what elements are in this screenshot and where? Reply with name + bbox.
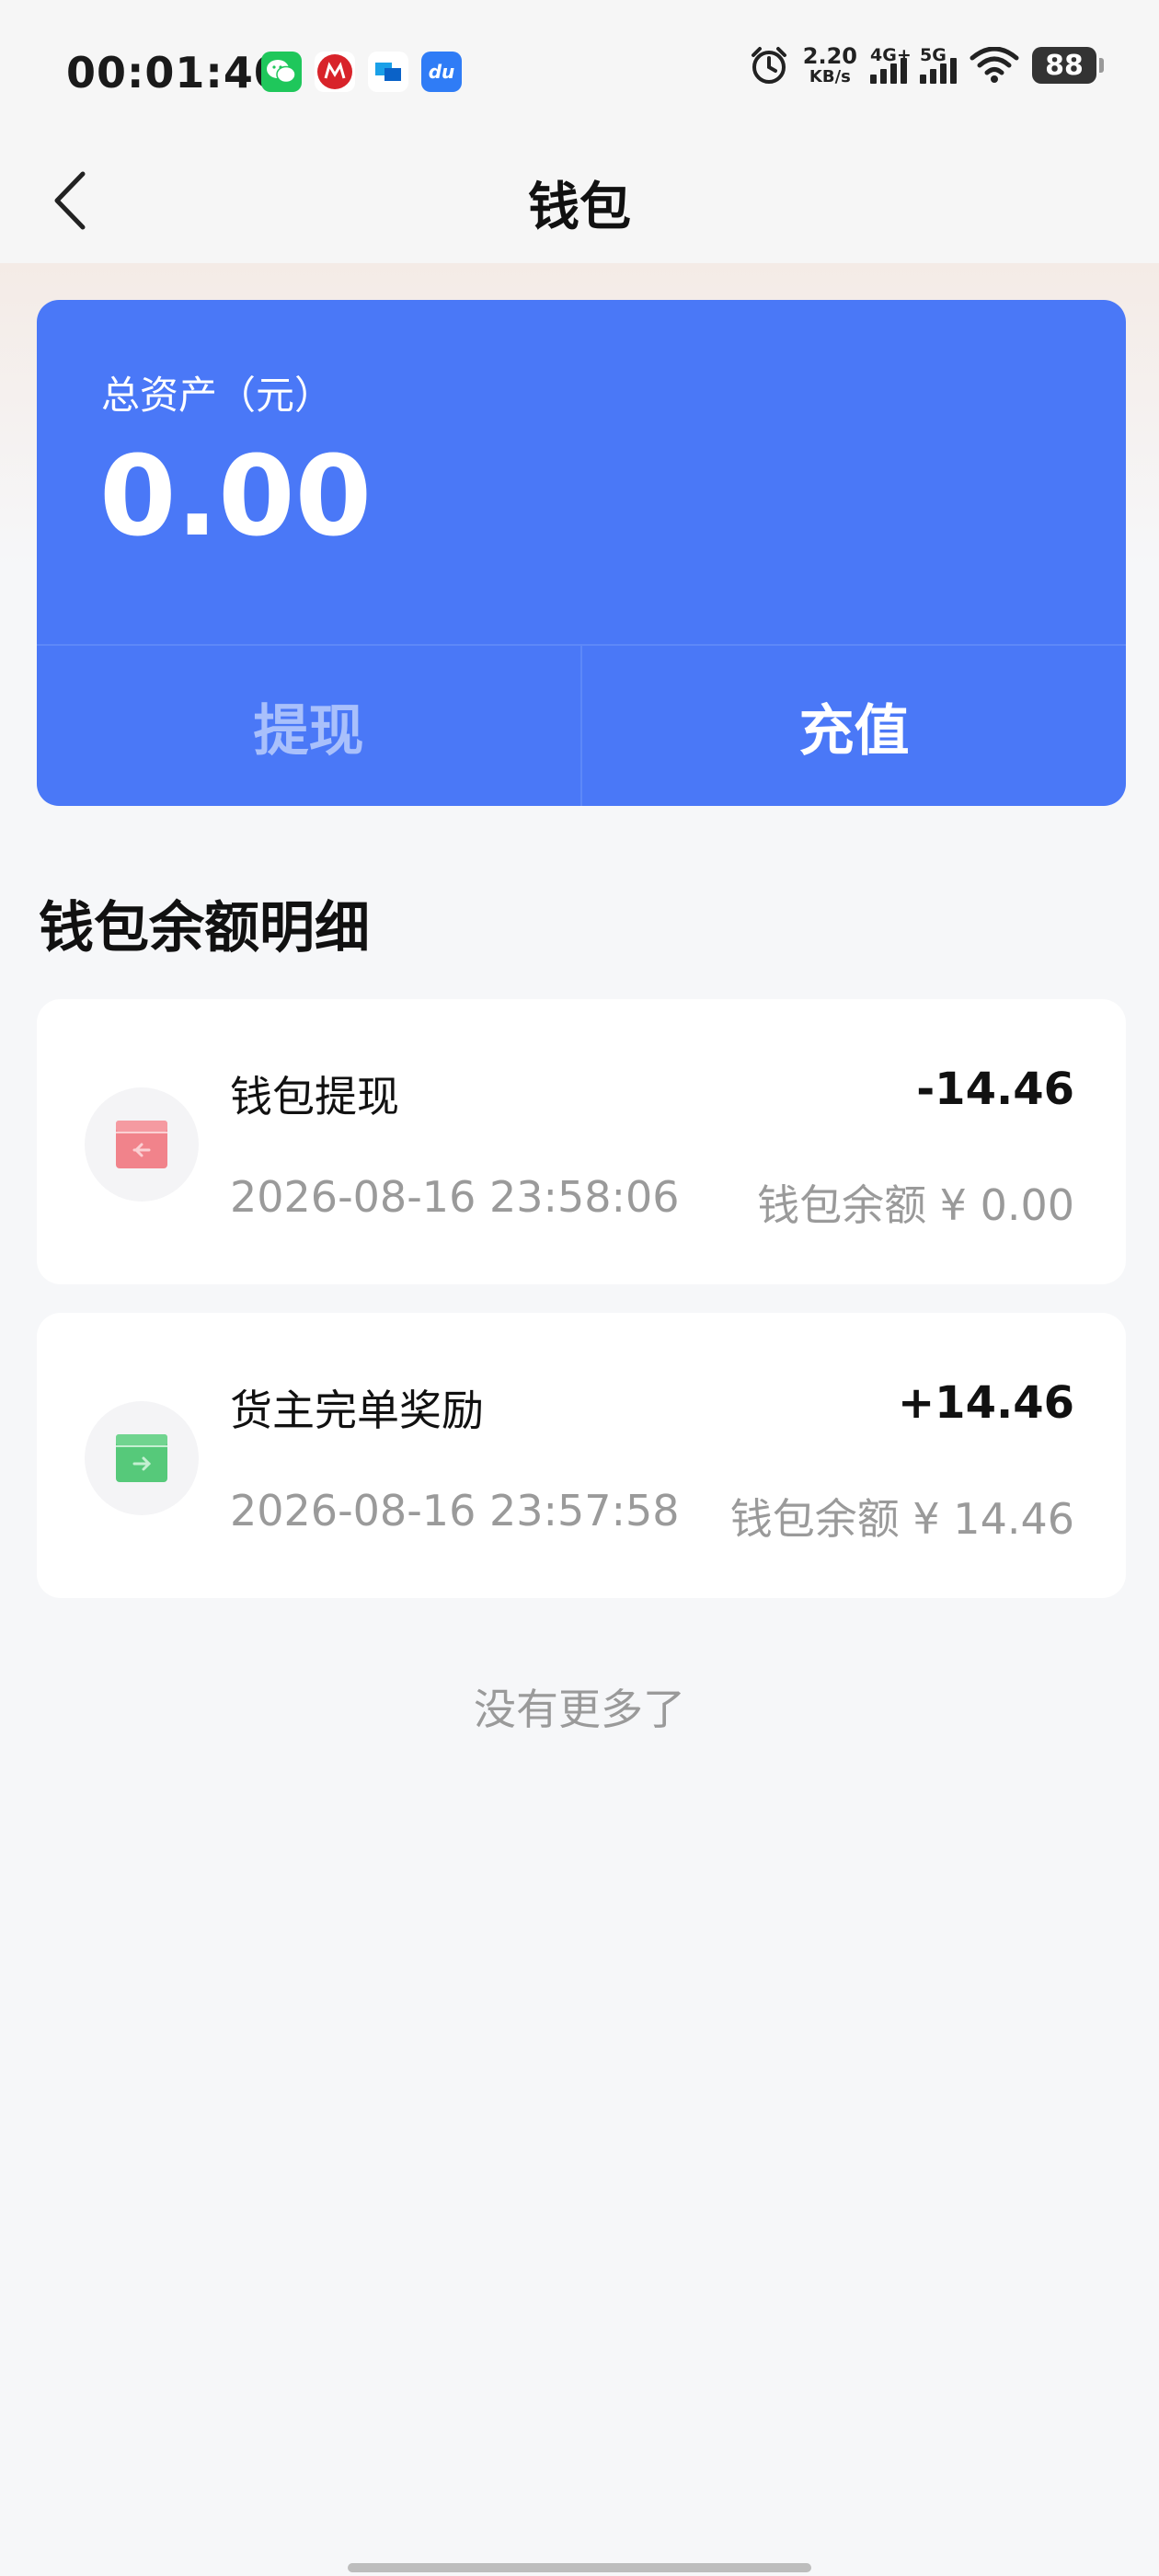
total-assets-label: 总资产（元） bbox=[101, 373, 334, 418]
notification-icons: du bbox=[261, 52, 462, 92]
network-speed: 2.20 KB/s bbox=[802, 43, 857, 86]
status-time: 00:01:40 bbox=[66, 48, 284, 98]
wechat-icon bbox=[261, 52, 302, 92]
app-blue-icon bbox=[368, 52, 408, 92]
income-box-icon bbox=[85, 1401, 199, 1515]
transaction-time: 2026-08-16 23:58:06 bbox=[230, 1172, 680, 1222]
recharge-button[interactable]: 充值 bbox=[582, 646, 1126, 806]
transaction-name: 货主完单奖励 bbox=[230, 1386, 484, 1435]
page-title: 钱包 bbox=[528, 178, 631, 237]
balance-details-title: 钱包余额明细 bbox=[39, 896, 370, 960]
nav-bar: 钱包 bbox=[0, 138, 1159, 263]
status-indicators: 2.20 KB/s 4G+ 5G 88 bbox=[748, 43, 1104, 86]
total-assets-card: 总资产（元） 0.00 提现 充值 bbox=[37, 300, 1126, 806]
asset-actions: 提现 充值 bbox=[37, 644, 1126, 806]
withdraw-button[interactable]: 提现 bbox=[37, 646, 582, 806]
signal-5g-icon: 5G bbox=[920, 45, 957, 84]
transaction-amount: -14.46 bbox=[916, 1064, 1074, 1115]
transaction-time: 2026-08-16 23:57:58 bbox=[230, 1486, 680, 1535]
withdraw-box-icon bbox=[85, 1087, 199, 1202]
alarm-icon bbox=[751, 47, 786, 84]
du-icon: du bbox=[421, 52, 462, 92]
wallet-page: 00:01:40 du 2.20 KB/s 4G+ 5G 88 钱包 总资产（元… bbox=[0, 0, 1159, 2576]
home-indicator[interactable] bbox=[348, 2563, 811, 2572]
wifi-icon bbox=[970, 47, 1019, 83]
no-more-text: 没有更多了 bbox=[474, 1685, 685, 1734]
transaction-balance: 钱包余额 ¥ 0.00 bbox=[757, 1180, 1074, 1230]
signal-4g-icon: 4G+ bbox=[870, 45, 912, 84]
total-assets-amount: 0.00 bbox=[99, 433, 373, 561]
battery-icon: 88 bbox=[1032, 47, 1104, 84]
bank-icon bbox=[315, 52, 355, 92]
transaction-name: 钱包提现 bbox=[230, 1072, 399, 1121]
transaction-amount: +14.46 bbox=[897, 1377, 1074, 1429]
transaction-item[interactable]: 钱包提现 -14.46 2026-08-16 23:58:06 钱包余额 ¥ 0… bbox=[37, 999, 1126, 1284]
transaction-item[interactable]: 货主完单奖励 +14.46 2026-08-16 23:57:58 钱包余额 ¥… bbox=[37, 1313, 1126, 1598]
status-bar: 00:01:40 du 2.20 KB/s 4G+ 5G 88 bbox=[0, 0, 1159, 138]
transaction-balance: 钱包余额 ¥ 14.46 bbox=[729, 1494, 1074, 1544]
